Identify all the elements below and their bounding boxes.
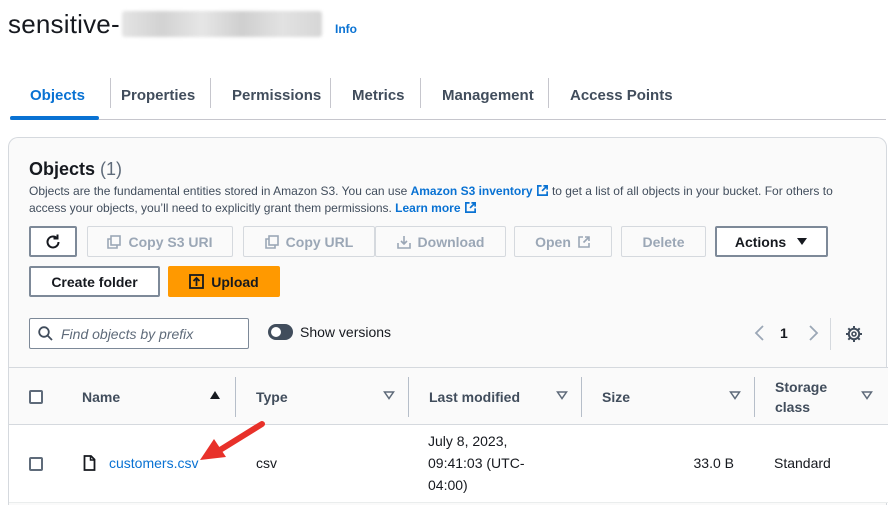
create-folder-label: Create folder (51, 273, 138, 290)
tab-divider (210, 78, 211, 108)
objects-title: Objects (29, 159, 96, 179)
sort-caret-down-icon[interactable] (861, 390, 873, 400)
table-header: Name Type Last modified Size Storage cla… (9, 367, 888, 425)
refresh-button[interactable] (29, 226, 77, 257)
create-folder-button[interactable]: Create folder (29, 266, 160, 297)
download-icon (396, 235, 411, 249)
tab-bar: Objects Properties Permissions Metrics M… (10, 70, 886, 120)
show-versions-label: Show versions (300, 324, 392, 340)
tab-properties[interactable]: Properties (121, 70, 195, 120)
active-tab-indicator (10, 116, 99, 120)
object-size: 33.0 B (693, 455, 734, 471)
column-header-type[interactable]: Type (256, 389, 288, 405)
info-link[interactable]: Info (335, 22, 357, 36)
tab-divider (548, 78, 549, 108)
copy-s3-uri-label: Copy S3 URI (128, 233, 213, 250)
open-button[interactable]: Open (514, 226, 612, 257)
open-label: Open (535, 233, 571, 250)
object-last-modified-line1: July 8, 2023, (428, 433, 508, 449)
tab-objects[interactable]: Objects (30, 70, 85, 120)
column-header-size[interactable]: Size (602, 389, 630, 405)
objects-count: (1) (100, 159, 123, 179)
download-label: Download (417, 233, 485, 250)
column-header-storage-class-line2[interactable]: class (775, 399, 810, 415)
gear-icon[interactable] (845, 325, 863, 343)
tab-metrics[interactable]: Metrics (352, 70, 405, 120)
search-input[interactable]: Find objects by prefix (29, 318, 249, 349)
tab-access-points[interactable]: Access Points (570, 70, 673, 120)
annotation-arrow-icon (200, 421, 265, 460)
column-resizer[interactable] (408, 377, 409, 417)
description-text: Objects are the fundamental entities sto… (29, 184, 411, 198)
chevron-right-icon[interactable] (808, 324, 820, 342)
sort-caret-down-icon[interactable] (729, 390, 741, 400)
copy-s3-uri-button[interactable]: Copy S3 URI (87, 226, 233, 257)
column-resizer[interactable] (235, 377, 236, 417)
show-versions-toggle[interactable] (268, 324, 293, 340)
caret-down-icon (797, 237, 808, 245)
column-header-storage-class-line1[interactable]: Storage (775, 379, 827, 395)
copy-icon (107, 234, 122, 249)
select-all-checkbox[interactable] (29, 390, 43, 404)
tab-management[interactable]: Management (442, 70, 534, 120)
tab-permissions[interactable]: Permissions (232, 70, 321, 120)
toggle-knob (271, 327, 281, 337)
tab-divider (420, 78, 421, 108)
chevron-left-icon[interactable] (753, 324, 765, 342)
actions-dropdown[interactable]: Actions (715, 226, 828, 257)
objects-description: Objects are the fundamental entities sto… (29, 183, 859, 217)
search-placeholder: Find objects by prefix (61, 325, 194, 342)
external-link-icon (578, 235, 590, 248)
copy-icon (264, 234, 279, 249)
upload-label: Upload (211, 273, 259, 290)
download-button[interactable]: Download (375, 226, 506, 257)
objects-heading: Objects (1) (29, 159, 122, 180)
column-resizer[interactable] (581, 377, 582, 417)
copy-url-label: Copy URL (285, 233, 354, 250)
redacted-bucket-suffix (121, 11, 322, 37)
page-title: sensitive- (8, 6, 322, 42)
object-storage-class: Standard (774, 455, 831, 471)
copy-url-button[interactable]: Copy URL (243, 226, 375, 257)
external-link-icon (536, 185, 548, 196)
column-header-last-modified[interactable]: Last modified (429, 389, 520, 405)
actions-label: Actions (734, 233, 787, 250)
bucket-name: sensitive- (8, 8, 120, 39)
sort-caret-down-icon[interactable] (383, 390, 395, 400)
upload-icon (189, 274, 205, 289)
file-icon (83, 455, 96, 471)
delete-label: Delete (642, 233, 685, 250)
sort-caret-down-icon[interactable] (556, 390, 568, 400)
refresh-icon (46, 234, 60, 248)
learn-more-link[interactable]: Learn more (395, 201, 476, 215)
objects-panel: Objects (1) Objects are the fundamental … (8, 137, 888, 505)
row-checkbox[interactable] (29, 457, 43, 471)
delete-button[interactable]: Delete (621, 226, 706, 257)
column-resizer[interactable] (754, 377, 755, 417)
sort-ascending-icon[interactable] (209, 390, 221, 400)
tab-divider (330, 78, 331, 108)
table-row: customers.csv csv July 8, 2023, 09:41:03… (9, 425, 888, 503)
object-last-modified-line2: 09:41:03 (UTC- (428, 455, 525, 471)
inventory-link[interactable]: Amazon S3 inventory (411, 184, 549, 198)
inventory-link-label: Amazon S3 inventory (410, 184, 533, 198)
tab-divider (110, 78, 111, 108)
search-icon (38, 326, 53, 341)
upload-button[interactable]: Upload (168, 266, 280, 297)
object-name-link[interactable]: customers.csv (109, 455, 198, 471)
column-header-name[interactable]: Name (82, 389, 120, 405)
pagination-divider (830, 318, 831, 350)
object-last-modified-line3: 04:00) (428, 477, 468, 493)
learn-more-label: Learn more (395, 201, 461, 215)
external-link-icon (464, 202, 476, 213)
current-page-number[interactable]: 1 (780, 325, 788, 341)
